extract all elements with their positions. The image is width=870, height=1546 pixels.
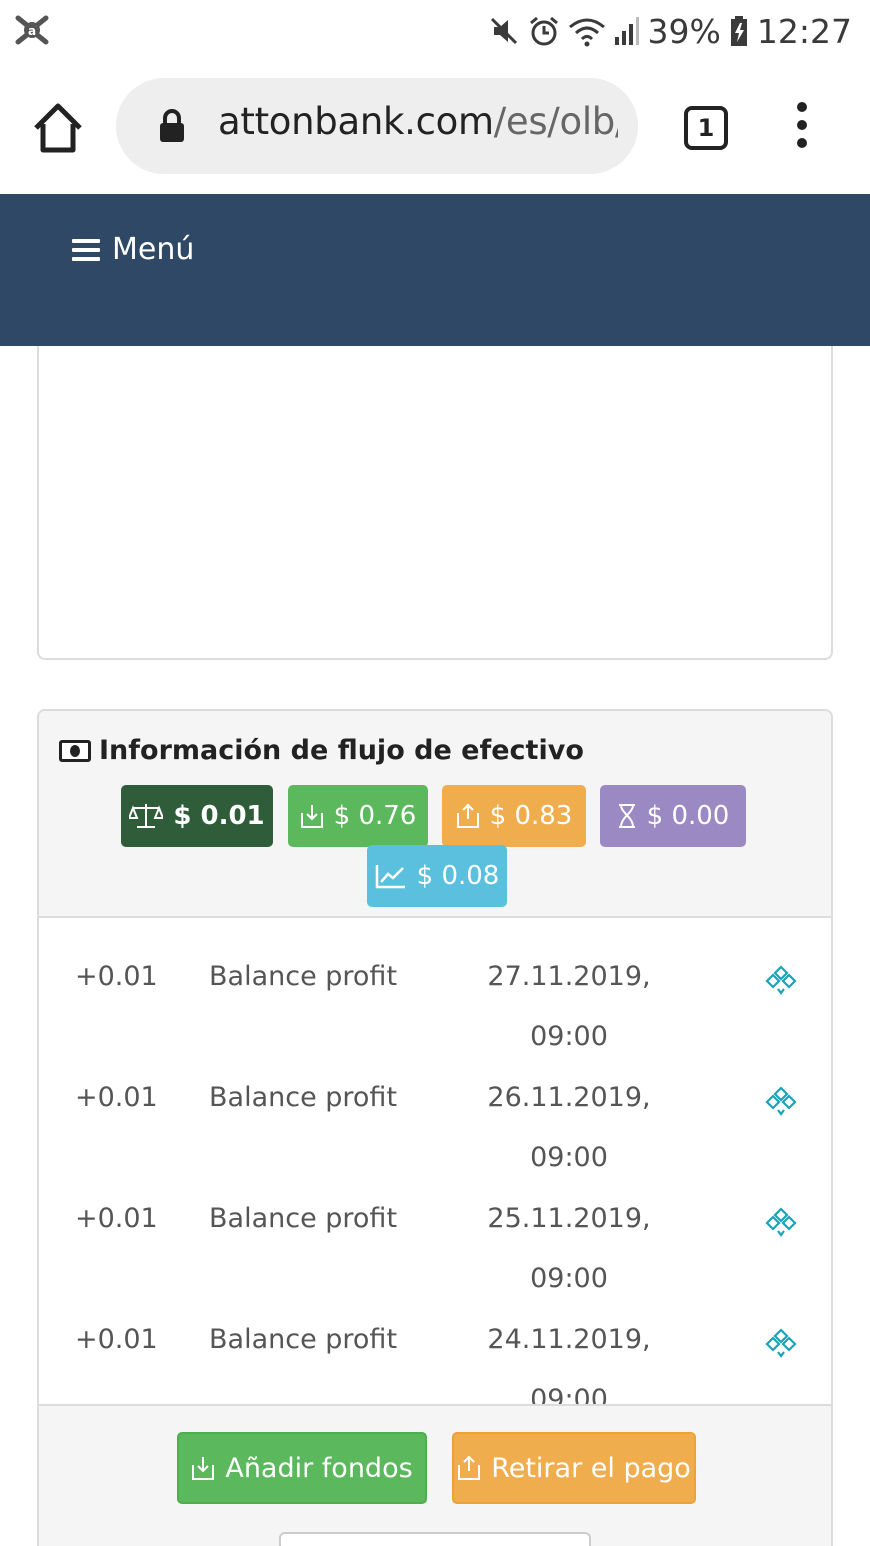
download-icon [300,805,323,828]
signal-icon [614,17,639,45]
browser-toolbar: attonbank.com/es/olb/ 1 [0,62,870,194]
url-path: /es/olb/ [493,100,618,143]
withdraw-payment-button[interactable]: Retirar el pago [452,1432,696,1504]
transaction-description: Balance profit [209,1082,398,1113]
cash-flow-header: Información de flujo de efectivo $ 0.01 … [39,711,831,918]
transaction-amount: +0.01 [75,1203,158,1234]
withdraw-badge: $ 0.83 [442,785,586,847]
hourglass-icon [618,804,635,828]
transaction-description: Balance profit [209,961,398,992]
transaction-row: +0.01 Balance profit 25.11.2019, 09:00 [39,1189,831,1310]
address-bar[interactable]: attonbank.com/es/olb/ [116,78,638,174]
chart-card [37,346,833,660]
balance-value: $ 0.01 [173,801,265,831]
transaction-description: Balance profit [209,1203,398,1234]
transaction-row: +0.01 Balance profit 27.11.2019, 09:00 [39,947,831,1068]
cash-flow-card: +0.01 Balance profit 27.11.2019, 09:00 +0.01… [37,709,833,1546]
tab-switcher-button[interactable]: 1 [684,106,728,150]
deposit-badge: $ 0.76 [288,785,428,847]
more-options-icon[interactable] [788,102,816,154]
transaction-row: +0.01 Balance profit 26.11.2019, 09:00 [39,1068,831,1189]
transaction-amount: +0.01 [75,1324,158,1355]
hamburger-icon [72,238,100,261]
battery-charging-icon [730,16,747,46]
profit-badge: $ 0.08 [367,845,507,907]
withdraw-value: $ 0.83 [489,801,573,831]
url-host: attonbank.com [218,100,494,143]
clock: 12:27 [756,11,852,51]
upload-icon [456,803,479,828]
svg-text:a: a [28,24,36,38]
transaction-date: 25.11.2019, 09:00 [479,1189,659,1309]
mute-icon [490,17,517,45]
transaction-date-time: 09:00 [530,1142,608,1173]
transaction-date-day: 27.11.2019, [487,961,651,992]
balance-badge: $ 0.01 [121,785,273,847]
pagination-control[interactable] [279,1532,591,1546]
transaction-date: 26.11.2019, 09:00 [479,1068,659,1188]
withdraw-payment-label: Retirar el pago [491,1452,691,1484]
money-icon [59,739,91,762]
transaction-amount: +0.01 [75,961,158,992]
transaction-date-day: 25.11.2019, [487,1203,651,1234]
url-text[interactable]: attonbank.com/es/olb/ [218,100,618,143]
wifi-icon [568,18,605,47]
transaction-description: Balance profit [209,1324,398,1355]
transaction-date-day: 26.11.2019, [487,1082,651,1113]
download-icon [192,1457,215,1480]
cash-flow-title: Información de flujo de efectivo [59,735,584,766]
details-icon[interactable] [765,1086,797,1118]
app-notification-icon: a [15,15,49,45]
cash-flow-footer: Añadir fondos Retirar el pago [39,1404,831,1546]
home-icon[interactable] [30,100,86,156]
add-funds-label: Añadir fondos [225,1452,413,1484]
transaction-date-time: 09:00 [530,1021,608,1052]
details-icon[interactable] [765,1207,797,1239]
lock-icon [160,109,184,142]
details-icon[interactable] [765,1328,797,1360]
cash-flow-title-text: Información de flujo de efectivo [99,735,584,766]
menu-button[interactable]: Menú [72,232,194,267]
menu-label: Menú [112,232,195,267]
status-bar: a 39% 12:27 [0,0,870,62]
pending-value: $ 0.00 [646,801,730,831]
transaction-amount: +0.01 [75,1082,158,1113]
deposit-value: $ 0.76 [333,801,417,831]
details-icon[interactable] [765,965,797,997]
battery-percent: 39% [647,11,721,51]
scale-icon [129,804,164,828]
transaction-date-day: 24.11.2019, [487,1324,651,1355]
alarm-icon [529,16,558,46]
site-header: Menú [0,194,870,346]
transaction-date: 27.11.2019, 09:00 [479,947,659,1067]
pending-badge: $ 0.00 [600,785,746,847]
profit-value: $ 0.08 [416,861,500,891]
line-chart-icon [375,865,405,889]
add-funds-button[interactable]: Añadir fondos [177,1432,427,1504]
transaction-date-time: 09:00 [530,1263,608,1294]
upload-icon [458,1455,481,1480]
